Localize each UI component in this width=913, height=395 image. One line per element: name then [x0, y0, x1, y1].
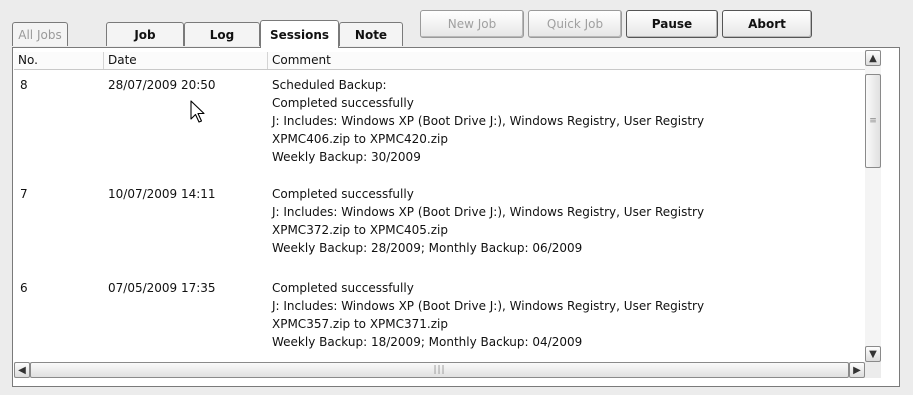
- tab-note[interactable]: Note: [339, 22, 403, 46]
- horizontal-scroll-thumb[interactable]: |||: [30, 362, 849, 378]
- row-comment: Completed successfully J: Includes: Wind…: [272, 281, 705, 349]
- list-item[interactable]: 7 10/07/2009 14:11 Completed successfull…: [14, 185, 865, 277]
- scroll-left-arrow-icon[interactable]: ◀: [14, 362, 30, 378]
- quick-job-button[interactable]: Quick Job: [528, 10, 622, 38]
- sessions-list[interactable]: No. Date Comment 8 28/07/2009 20:50 Sche…: [14, 50, 865, 362]
- list-item[interactable]: 8 28/07/2009 20:50 Scheduled Backup: Com…: [14, 76, 865, 186]
- scroll-right-arrow-icon[interactable]: ▶: [849, 362, 865, 378]
- new-job-button[interactable]: New Job: [420, 10, 524, 38]
- tab-all-jobs[interactable]: All Jobs: [12, 22, 68, 46]
- row-no: 7: [20, 187, 28, 201]
- tab-bar: All Jobs Job Log Sessions Note New Job Q…: [6, 4, 910, 48]
- scroll-up-arrow-icon[interactable]: ▲: [865, 50, 881, 66]
- row-comment: Completed successfully J: Includes: Wind…: [272, 187, 705, 255]
- row-comment: Scheduled Backup: Completed successfully…: [272, 78, 705, 164]
- scroll-down-arrow-icon[interactable]: ▼: [865, 346, 881, 362]
- pause-button[interactable]: Pause: [626, 10, 718, 38]
- column-header-date[interactable]: Date: [104, 52, 268, 69]
- row-no: 8: [20, 78, 28, 92]
- scrollbar-corner: [865, 362, 881, 378]
- row-date: 07/05/2009 17:35: [108, 281, 216, 295]
- vertical-scroll-thumb[interactable]: ≡: [865, 74, 881, 168]
- column-header-comment[interactable]: Comment: [268, 52, 865, 69]
- tab-job[interactable]: Job: [106, 22, 184, 46]
- row-date: 28/07/2009 20:50: [108, 78, 216, 92]
- tab-log[interactable]: Log: [184, 22, 260, 46]
- column-header-no[interactable]: No.: [14, 52, 104, 69]
- list-item[interactable]: 6 07/05/2009 17:35 Completed successfull…: [14, 279, 865, 362]
- tab-sessions[interactable]: Sessions: [260, 20, 339, 48]
- abort-button[interactable]: Abort: [722, 10, 812, 38]
- list-header: No. Date Comment: [14, 52, 865, 70]
- horizontal-scrollbar[interactable]: ◀ ||| ▶: [14, 362, 865, 378]
- vertical-scrollbar[interactable]: ▲ ≡ ▼: [865, 50, 881, 362]
- row-date: 10/07/2009 14:11: [108, 187, 216, 201]
- mouse-pointer-icon: [190, 100, 205, 123]
- row-no: 6: [20, 281, 28, 295]
